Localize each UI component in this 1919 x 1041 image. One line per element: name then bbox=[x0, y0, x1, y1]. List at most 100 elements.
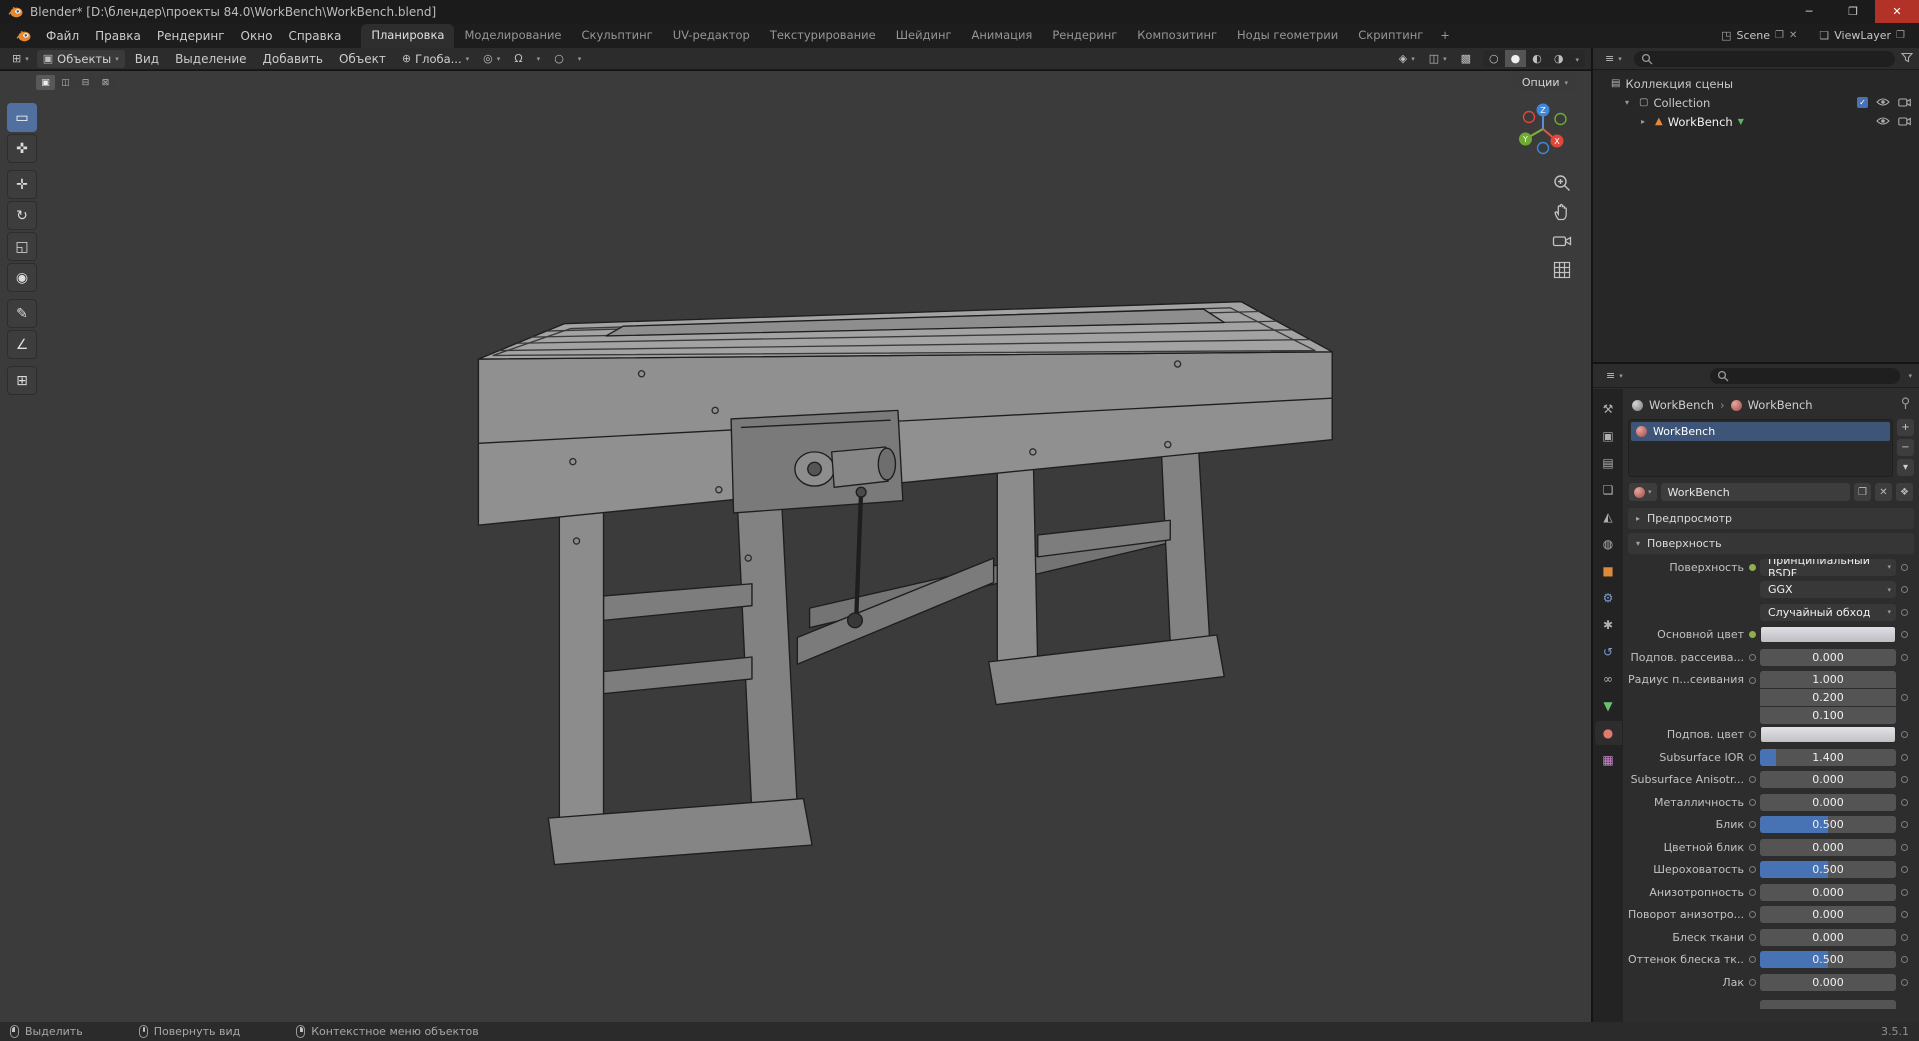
menu-item[interactable]: Файл bbox=[38, 26, 87, 46]
select-intersect-button[interactable]: ⊠ bbox=[96, 75, 115, 90]
properties-options-dropdown[interactable]: ▾ bbox=[1908, 372, 1912, 380]
xray-toggle[interactable]: ▩ bbox=[1455, 50, 1477, 67]
workspace-tab[interactable]: Моделирование bbox=[454, 24, 571, 48]
outliner-editor-button[interactable]: ≡ ▾ bbox=[1599, 50, 1628, 67]
select-subtract-button[interactable]: ⊟ bbox=[76, 75, 95, 90]
decorator-dot[interactable] bbox=[1900, 821, 1908, 829]
render-camera-icon[interactable] bbox=[1898, 96, 1911, 110]
number-slider[interactable]: 0.000 bbox=[1760, 883, 1896, 901]
toggle-projection-button[interactable] bbox=[1551, 260, 1573, 282]
shading-solid-button[interactable]: ● bbox=[1504, 50, 1527, 67]
new-material-button[interactable]: ❐ bbox=[1854, 483, 1871, 501]
number-slider[interactable]: 0.000 bbox=[1760, 906, 1896, 924]
material-name-field[interactable]: WorkBench bbox=[1660, 483, 1850, 501]
properties-tab-render[interactable]: ▣ bbox=[1595, 424, 1622, 448]
collapse-arrow-icon[interactable]: ▾ bbox=[1625, 98, 1634, 107]
blender-menu-icon[interactable] bbox=[16, 30, 31, 42]
new-scene-icon[interactable]: ❐ bbox=[1775, 30, 1784, 41]
number-slider[interactable]: 0.000 bbox=[1760, 648, 1896, 666]
workspace-tab[interactable]: Скриптинг bbox=[1348, 24, 1433, 48]
clipped-field[interactable] bbox=[1760, 1000, 1896, 1010]
viewport-menu-item[interactable]: Выделение bbox=[167, 49, 254, 69]
shading-material-button[interactable]: ◐ bbox=[1526, 50, 1548, 67]
viewlayer-selector[interactable]: ❏ ViewLayer ❐ bbox=[1813, 27, 1911, 44]
tool-options-dropdown[interactable]: Опции ▾ bbox=[1512, 74, 1577, 91]
select-new-button[interactable]: ▣ bbox=[36, 75, 55, 90]
workspace-tab[interactable]: Ноды геометрии bbox=[1227, 24, 1348, 48]
workspace-tab[interactable]: Композитинг bbox=[1127, 24, 1227, 48]
orientation-dropdown[interactable]: ⊕ Глоба... ▾ bbox=[396, 50, 475, 68]
pivot-dropdown[interactable]: ◎ ▾ bbox=[477, 50, 506, 67]
new-viewlayer-icon[interactable]: ❐ bbox=[1896, 30, 1905, 41]
properties-tab-material[interactable]: ● bbox=[1594, 721, 1622, 745]
decorator-dot[interactable] bbox=[1900, 586, 1908, 594]
number-slider[interactable]: 0.000 bbox=[1760, 838, 1896, 856]
number-slider[interactable]: 1.400 bbox=[1760, 748, 1896, 766]
decorator-dot[interactable] bbox=[1900, 731, 1908, 739]
unlink-material-button[interactable]: ✕ bbox=[1875, 483, 1892, 501]
workspace-tab[interactable]: Планировка bbox=[361, 24, 455, 48]
decorator-dot[interactable] bbox=[1900, 753, 1908, 761]
menu-item[interactable]: Правка bbox=[87, 26, 149, 46]
exclude-checkbox[interactable]: ✓ bbox=[1857, 97, 1868, 108]
viewport-menu-item[interactable]: Вид bbox=[127, 49, 167, 69]
close-button[interactable]: ✕ bbox=[1875, 0, 1919, 23]
number-field[interactable]: 0.200 bbox=[1760, 688, 1896, 706]
minimize-button[interactable]: ─ bbox=[1787, 0, 1831, 23]
workspace-tab[interactable]: Скульптинг bbox=[572, 24, 663, 48]
tool-transform[interactable]: ◉ bbox=[7, 263, 37, 292]
properties-search-input[interactable] bbox=[1710, 367, 1901, 384]
scene-name[interactable]: Scene bbox=[1736, 29, 1770, 42]
mode-dropdown[interactable]: ▣ Объекты ▾ bbox=[36, 49, 125, 68]
outliner-row-scene-collection[interactable]: ▤ Коллекция сцены bbox=[1593, 74, 1919, 93]
workspace-tab[interactable]: Текстурирование bbox=[760, 24, 886, 48]
tool-rotate[interactable]: ↻ bbox=[7, 201, 37, 230]
workspace-tab[interactable]: UV-редактор bbox=[663, 24, 760, 48]
unlink-scene-icon[interactable]: ✕ bbox=[1789, 30, 1797, 41]
number-slider[interactable]: 0.500 bbox=[1760, 951, 1896, 969]
menu-item[interactable]: Справка bbox=[280, 26, 349, 46]
outliner-search-input[interactable] bbox=[1633, 50, 1895, 67]
tool-add-cube[interactable]: ⊞ bbox=[7, 366, 37, 395]
breadcrumb-material[interactable]: WorkBench bbox=[1748, 398, 1813, 412]
workbench-model[interactable] bbox=[0, 71, 1591, 1022]
number-field[interactable]: 1.000 bbox=[1760, 670, 1896, 688]
decorator-dot[interactable] bbox=[1900, 911, 1908, 919]
viewlayer-name[interactable]: ViewLayer bbox=[1834, 29, 1891, 42]
camera-view-button[interactable] bbox=[1551, 231, 1573, 253]
enum-dropdown[interactable]: Случайный обход ▾ bbox=[1760, 603, 1896, 621]
workspace-tab[interactable]: Рендеринг bbox=[1042, 24, 1127, 48]
render-camera-icon[interactable] bbox=[1898, 115, 1911, 129]
shading-wireframe-button[interactable]: ○ bbox=[1483, 50, 1505, 67]
menu-item[interactable]: Окно bbox=[233, 26, 281, 46]
properties-tab-world[interactable]: ◍ bbox=[1595, 532, 1622, 556]
pin-icon[interactable] bbox=[1901, 397, 1910, 413]
outliner-row-collection[interactable]: ▾ ▢ Collection ✓ bbox=[1593, 93, 1919, 112]
decorator-dot[interactable] bbox=[1900, 653, 1908, 661]
outliner-row-workbench[interactable]: ▸ ▲ WorkBench ▼ bbox=[1593, 112, 1919, 131]
tool-measure[interactable]: ∠ bbox=[7, 330, 37, 359]
show-overlays-button[interactable]: ◫ ▾ bbox=[1423, 50, 1453, 67]
show-gizmos-button[interactable]: ◈ ▾ bbox=[1393, 50, 1421, 67]
properties-tab-physics[interactable]: ↺ bbox=[1595, 640, 1622, 664]
decorator-dot[interactable] bbox=[1900, 888, 1908, 896]
properties-tab-scene[interactable]: ◭ bbox=[1595, 505, 1622, 529]
snap-dropdown[interactable]: ▾ bbox=[531, 53, 547, 65]
hide-eye-icon[interactable] bbox=[1876, 115, 1890, 129]
properties-tab-object[interactable]: ■ bbox=[1595, 559, 1622, 583]
slot-specials-dropdown[interactable]: ▾ bbox=[1897, 459, 1914, 476]
snap-toggle[interactable]: Ω bbox=[508, 50, 528, 67]
enum-dropdown[interactable]: GGX ▾ bbox=[1760, 581, 1896, 599]
decorator-dot[interactable] bbox=[1900, 978, 1908, 986]
number-slider[interactable]: 0.500 bbox=[1760, 816, 1896, 834]
maximize-button[interactable]: ❐ bbox=[1831, 0, 1875, 23]
tool-move[interactable]: ✛ bbox=[7, 170, 37, 199]
properties-tab-particles[interactable]: ✱ bbox=[1595, 613, 1622, 637]
remove-slot-button[interactable]: − bbox=[1897, 439, 1914, 456]
workspace-tab[interactable]: Шейдинг bbox=[886, 24, 962, 48]
decorator-dot[interactable] bbox=[1900, 563, 1908, 571]
number-slider[interactable]: 0.000 bbox=[1760, 973, 1896, 991]
decorator-dot[interactable] bbox=[1900, 693, 1908, 701]
hide-eye-icon[interactable] bbox=[1876, 96, 1890, 110]
breadcrumb-object[interactable]: WorkBench bbox=[1649, 398, 1714, 412]
